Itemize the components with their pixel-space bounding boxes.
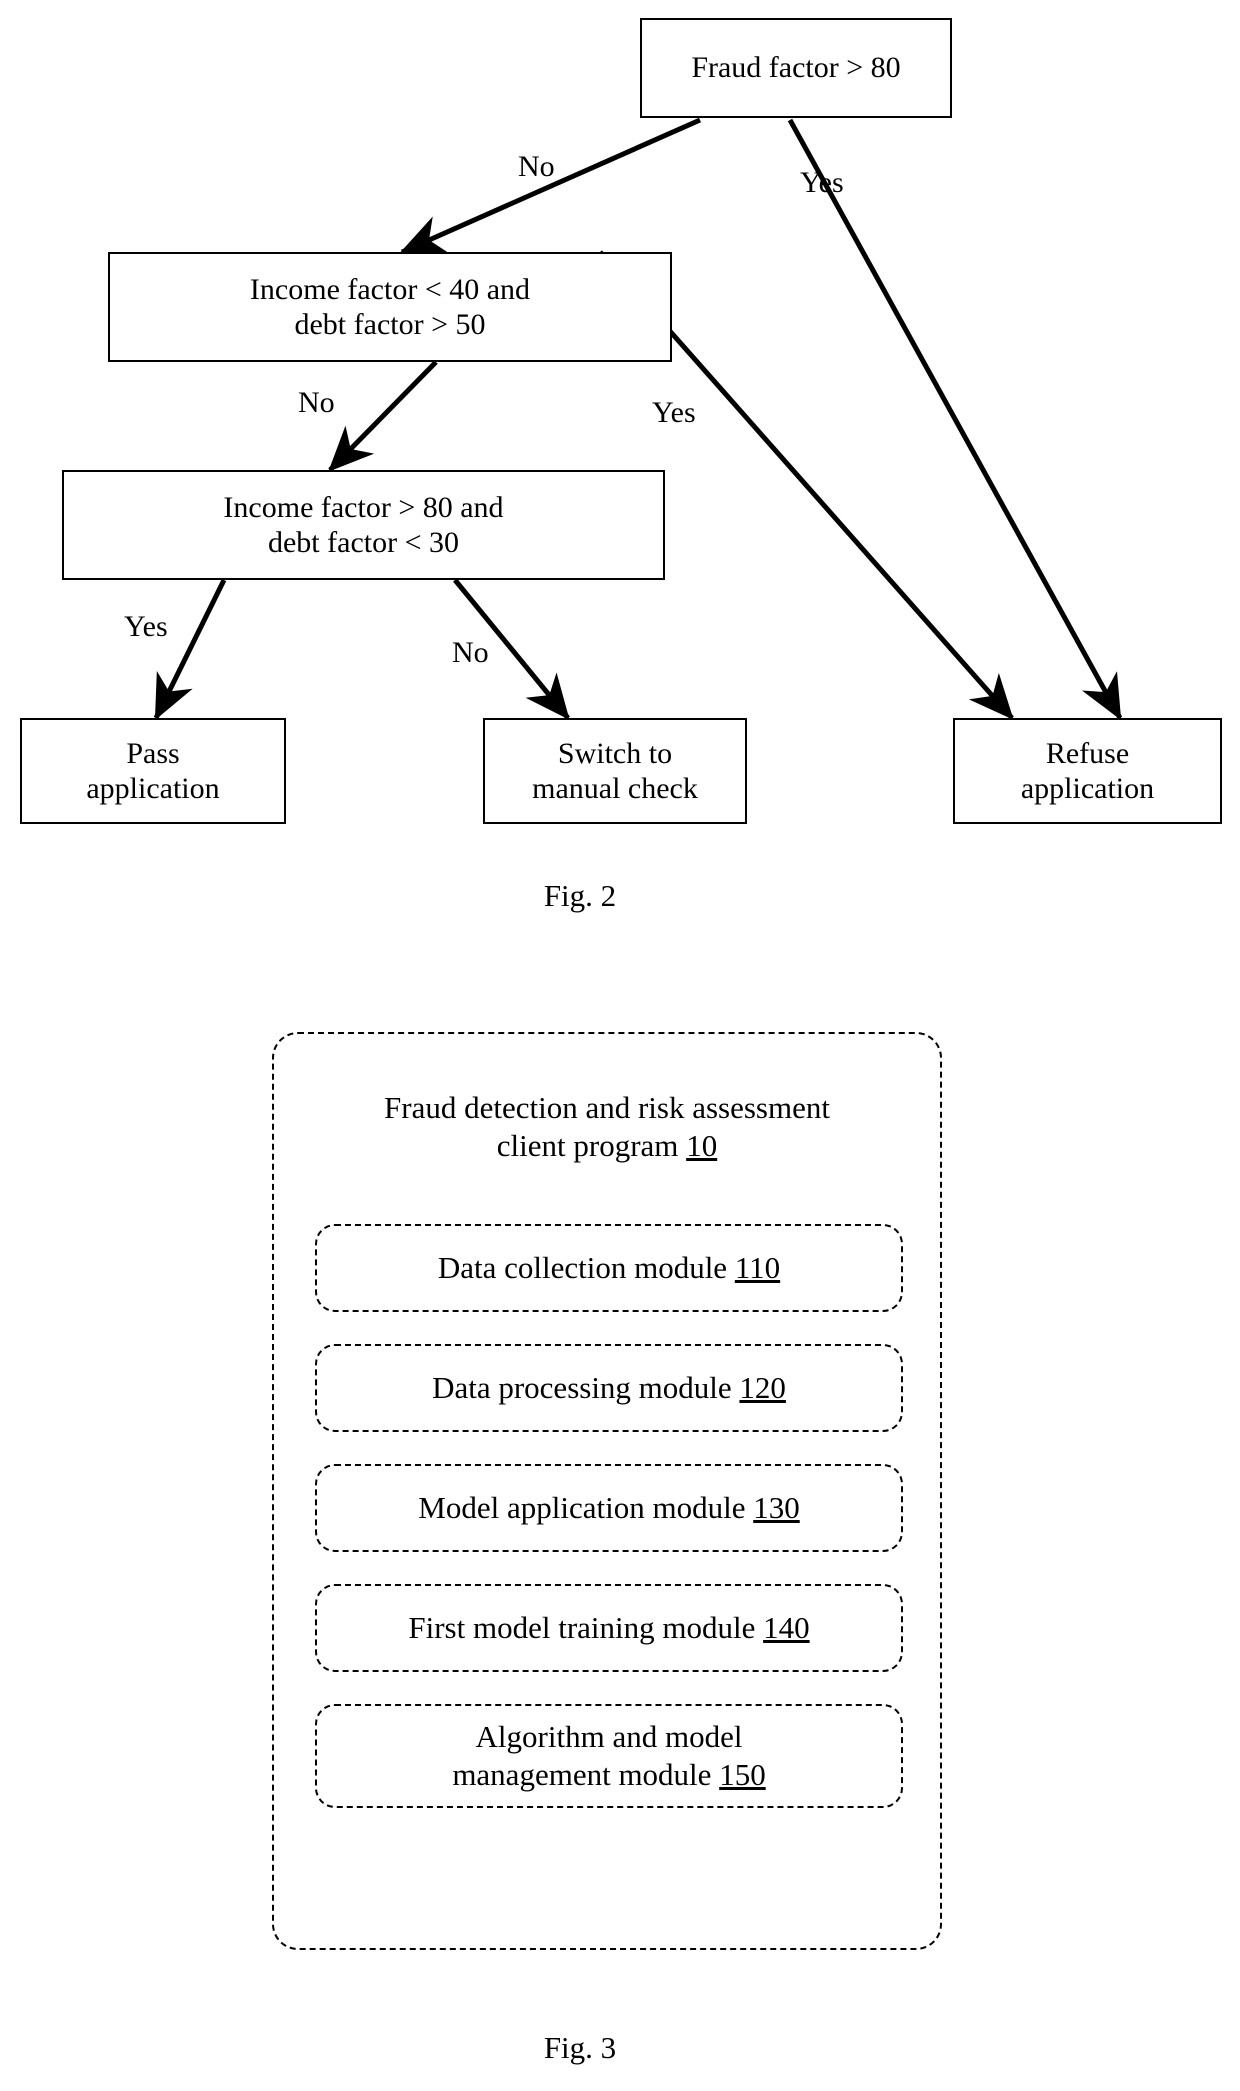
module-label-line-1: Algorithm and model xyxy=(475,1719,743,1755)
module-reference-numeral: 130 xyxy=(753,1490,800,1526)
edge-label-d3-no: No xyxy=(452,636,489,669)
node-pass-application-label: Pass application xyxy=(86,736,219,807)
module-first-model-training: First model training module 140 xyxy=(315,1584,903,1672)
client-program-title: Fraud detection and risk assessment clie… xyxy=(274,1089,940,1165)
line-1: Income factor > 80 and xyxy=(223,490,504,524)
module-label: First model training module xyxy=(408,1610,764,1646)
line-1: Income factor < 40 and xyxy=(249,272,531,306)
node-pass-application: Pass application xyxy=(20,718,286,824)
module-algorithm-model-management: Algorithm and model management module 15… xyxy=(315,1704,903,1808)
module-model-application: Model application module 130 xyxy=(315,1464,903,1552)
line-2: manual check xyxy=(532,772,698,805)
node-manual-check-label: Switch to manual check xyxy=(532,736,698,807)
module-reference-numeral: 110 xyxy=(734,1250,781,1286)
title-line-1: Fraud detection and risk assessment xyxy=(384,1090,830,1125)
node-fraud-factor-label: Fraud factor > 80 xyxy=(691,51,901,85)
module-reference-numeral: 150 xyxy=(719,1757,766,1792)
edge-label-root-no: No xyxy=(518,150,555,183)
edge-label-d2-yes: Yes xyxy=(652,396,696,429)
line-2: debt factor < 30 xyxy=(267,526,459,559)
module-data-processing: Data processing module 120 xyxy=(315,1344,903,1432)
edge-d3-yes xyxy=(153,578,227,721)
figure-2-caption: Fig. 2 xyxy=(543,878,617,913)
line-2: debt factor > 50 xyxy=(294,308,486,341)
line-1: Pass xyxy=(126,736,180,770)
line-1: Refuse xyxy=(1045,736,1130,770)
module-data-collection-text: Data collection module 110 xyxy=(438,1249,780,1287)
edge-root-yes xyxy=(787,118,1123,721)
node-income-debt-1-label: Income factor < 40 and debt factor > 50 xyxy=(250,272,530,343)
module-algorithm-model-management-text: Algorithm and model management module 15… xyxy=(452,1718,765,1794)
figure-3-caption: Fig. 3 xyxy=(543,2030,617,2065)
module-label: Data collection module xyxy=(437,1250,735,1286)
client-program-card: Fraud detection and risk assessment clie… xyxy=(272,1032,942,1950)
node-income-debt-2-label: Income factor > 80 and debt factor < 30 xyxy=(223,490,503,561)
edge-label-root-yes: Yes xyxy=(800,166,844,199)
line-2: application xyxy=(86,772,220,805)
module-reference-numeral: 120 xyxy=(739,1370,786,1406)
edge-label-d2-no: No xyxy=(298,386,335,419)
module-reference-numeral: 140 xyxy=(763,1610,810,1646)
module-data-collection: Data collection module 110 xyxy=(315,1224,903,1312)
node-manual-check: Switch to manual check xyxy=(483,718,747,824)
edge-d2-no xyxy=(328,360,438,472)
line-1: Switch to xyxy=(557,736,673,770)
figure-2-decision-tree: Fraud factor > 80 Income factor < 40 and… xyxy=(0,0,1240,960)
node-income-debt-1: Income factor < 40 and debt factor > 50 xyxy=(108,252,672,362)
module-label: Data processing module xyxy=(432,1370,740,1406)
node-refuse-application: Refuse application xyxy=(953,718,1222,824)
edge-label-d3-yes: Yes xyxy=(124,610,168,643)
line-2: application xyxy=(1020,772,1155,805)
node-fraud-factor: Fraud factor > 80 xyxy=(640,18,952,118)
module-label: Model application module xyxy=(418,1490,754,1526)
figure-3-module-diagram: Fraud detection and risk assessment clie… xyxy=(0,1000,1240,2091)
node-refuse-application-label: Refuse application xyxy=(1021,736,1154,807)
module-model-application-text: Model application module 130 xyxy=(418,1489,799,1527)
title-reference-numeral: 10 xyxy=(686,1127,718,1163)
module-first-model-training-text: First model training module 140 xyxy=(408,1609,809,1647)
title-line-2: client program xyxy=(496,1127,687,1163)
module-data-processing-text: Data processing module 120 xyxy=(432,1369,786,1407)
node-income-debt-2: Income factor > 80 and debt factor < 30 xyxy=(62,470,665,580)
module-label: management module xyxy=(452,1757,720,1792)
edge-root-no xyxy=(399,117,702,255)
